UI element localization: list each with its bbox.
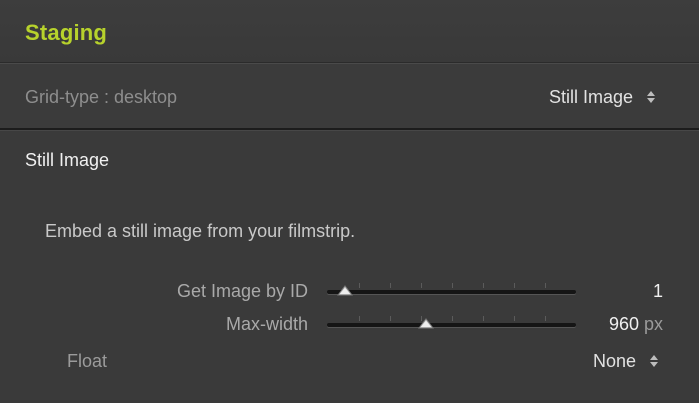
slider-tick bbox=[421, 283, 422, 288]
section-divider-highlight bbox=[0, 130, 699, 131]
max-width-number: 960 bbox=[608, 314, 639, 334]
slider-tick bbox=[545, 316, 546, 321]
panel-title: Staging bbox=[25, 20, 108, 45]
slider-tick bbox=[390, 283, 391, 288]
max-width-value[interactable]: 960 px bbox=[609, 314, 663, 335]
panel-header[interactable]: Staging bbox=[0, 0, 699, 62]
grid-mode-select[interactable]: Still Image bbox=[549, 87, 656, 108]
section-title: Still Image bbox=[25, 150, 110, 170]
slider-tick bbox=[452, 283, 453, 288]
slider-tick bbox=[359, 283, 360, 288]
grid-type-label: Grid-type : desktop bbox=[25, 87, 178, 107]
staging-panel: Staging Grid-type : desktop Still Image … bbox=[0, 0, 699, 403]
slider-tick bbox=[514, 283, 515, 288]
updown-chevron-icon bbox=[646, 89, 656, 105]
slider-tick bbox=[483, 283, 484, 288]
float-select[interactable]: None bbox=[593, 351, 659, 372]
triangle-thumb-icon[interactable] bbox=[417, 317, 435, 330]
triangle-thumb-icon[interactable] bbox=[336, 284, 354, 297]
max-width-slider[interactable] bbox=[327, 316, 576, 329]
float-label: Float bbox=[67, 351, 108, 371]
grid-mode-value: Still Image bbox=[549, 87, 634, 107]
updown-chevron-icon bbox=[649, 353, 659, 369]
image-id-slider[interactable] bbox=[327, 283, 576, 296]
slider-tick bbox=[390, 316, 391, 321]
grid-type-row: Grid-type : desktop Still Image bbox=[0, 64, 699, 128]
float-value: None bbox=[593, 351, 637, 371]
slider-tick bbox=[359, 316, 360, 321]
section-description: Embed a still image from your filmstrip. bbox=[45, 221, 356, 241]
slider-tick bbox=[514, 316, 515, 321]
max-width-unit: px bbox=[643, 314, 663, 334]
slider-tick bbox=[483, 316, 484, 321]
slider-tick bbox=[545, 283, 546, 288]
max-width-label: Max-width bbox=[225, 314, 308, 334]
image-id-value[interactable]: 1 bbox=[653, 281, 663, 302]
image-id-label: Get Image by ID bbox=[176, 281, 308, 301]
slider-tick bbox=[452, 316, 453, 321]
